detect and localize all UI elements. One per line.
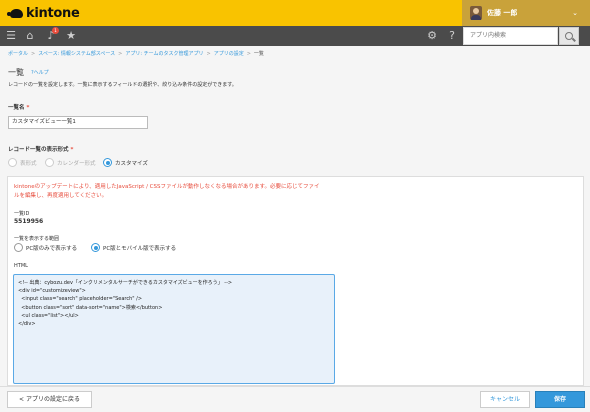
required-mark: * bbox=[70, 147, 74, 153]
display-format-label: レコード一覧の表示形式 * bbox=[8, 145, 73, 153]
top-bar: kintone 佐藤 一郎 ⌄ bbox=[0, 0, 590, 26]
format-custom-option[interactable]: カスタマイズ bbox=[103, 158, 148, 167]
breadcrumb: ポータル > スペース: 情報システム部スペース > アプリ: チームのタスク管理アプリ… bbox=[8, 50, 264, 57]
kintone-logo[interactable]: kintone bbox=[7, 5, 80, 21]
kintone-logo-icon bbox=[7, 8, 23, 18]
format-table-label: 表形式 bbox=[20, 160, 37, 167]
view-name-label-text: 一覧名 bbox=[8, 105, 25, 111]
breadcrumb-portal[interactable]: ポータル bbox=[8, 51, 28, 57]
format-calendar-option[interactable]: カレンダー形式 bbox=[45, 158, 96, 167]
scope-mobile-label: PC版とモバイル版で表示する bbox=[103, 245, 177, 252]
view-id-label: 一覧ID bbox=[14, 211, 30, 217]
chevron-down-icon: ⌄ bbox=[572, 9, 578, 17]
view-name-label: 一覧名 * bbox=[8, 103, 29, 111]
scope-pc-label: PC版のみで表示する bbox=[26, 245, 78, 252]
star-icon[interactable]: ★ bbox=[64, 29, 78, 43]
breadcrumb-separator: > bbox=[118, 51, 123, 57]
scope-pc-option[interactable]: PC版のみで表示する bbox=[14, 243, 77, 252]
back-to-app-settings-button[interactable]: < アプリの設定に戻る bbox=[7, 391, 92, 408]
html-label: HTML bbox=[14, 263, 28, 269]
format-table-option[interactable]: 表形式 bbox=[8, 158, 37, 167]
breadcrumb-separator: > bbox=[31, 51, 36, 57]
notification-badge: 1 bbox=[52, 27, 59, 34]
format-calendar-label: カレンダー形式 bbox=[57, 160, 96, 167]
user-avatar bbox=[470, 6, 482, 20]
page-title: 一覧 bbox=[8, 68, 24, 77]
display-scope-label: 一覧を表示する範囲 bbox=[14, 236, 60, 242]
format-custom-label: カスタマイズ bbox=[115, 160, 148, 167]
cancel-button[interactable]: キャンセル bbox=[480, 391, 530, 408]
scope-mobile-option[interactable]: PC版とモバイル版で表示する bbox=[91, 243, 176, 252]
app-search-input[interactable] bbox=[463, 27, 558, 45]
logo-text: kintone bbox=[26, 5, 80, 21]
radio-calendar[interactable] bbox=[45, 158, 54, 167]
view-name-input[interactable]: カスタマイズビュー一覧1 bbox=[8, 116, 148, 129]
user-menu[interactable]: 佐藤 一郎 ⌄ bbox=[462, 0, 590, 26]
gear-icon[interactable]: ⚙ bbox=[425, 29, 439, 43]
breadcrumb-current: 一覧 bbox=[253, 51, 264, 57]
required-mark: * bbox=[26, 105, 30, 111]
breadcrumb-app-settings[interactable]: アプリの設定 bbox=[214, 51, 244, 57]
view-id-value: 5519956 bbox=[14, 218, 44, 225]
radio-table[interactable] bbox=[8, 158, 17, 167]
breadcrumb-separator: > bbox=[206, 51, 211, 57]
breadcrumb-app[interactable]: アプリ: チームのタスク管理アプリ bbox=[125, 51, 203, 57]
page-description: レコードの一覧を設定します。一覧に表示するフィールドの選択や、絞り込み条件の設定… bbox=[8, 82, 237, 88]
breadcrumb-separator: > bbox=[246, 51, 251, 57]
search-button[interactable] bbox=[559, 27, 579, 45]
home-icon[interactable]: ⌂ bbox=[23, 29, 37, 43]
menu-icon[interactable]: ☰ bbox=[4, 29, 18, 43]
save-button[interactable]: 保存 bbox=[535, 391, 585, 408]
radio-pc-and-mobile[interactable] bbox=[91, 243, 100, 252]
user-name: 佐藤 一郎 bbox=[487, 9, 518, 17]
radio-pc-only[interactable] bbox=[14, 243, 23, 252]
breadcrumb-space[interactable]: スペース: 情報システム部スペース bbox=[38, 51, 115, 57]
html-editor[interactable]: <!-- 出典：cybozu.dev「インクリメンタルサーチができるカスタマイズ… bbox=[13, 274, 335, 384]
radio-custom[interactable] bbox=[103, 158, 112, 167]
update-warning: kintoneのアップデートにより、適用したJavaScript / CSSファ… bbox=[14, 184, 320, 199]
help-link[interactable]: ?ヘルプ bbox=[31, 69, 49, 76]
search-icon bbox=[565, 32, 573, 40]
display-format-label-text: レコード一覧の表示形式 bbox=[8, 147, 69, 153]
help-icon[interactable]: ? bbox=[445, 29, 459, 43]
